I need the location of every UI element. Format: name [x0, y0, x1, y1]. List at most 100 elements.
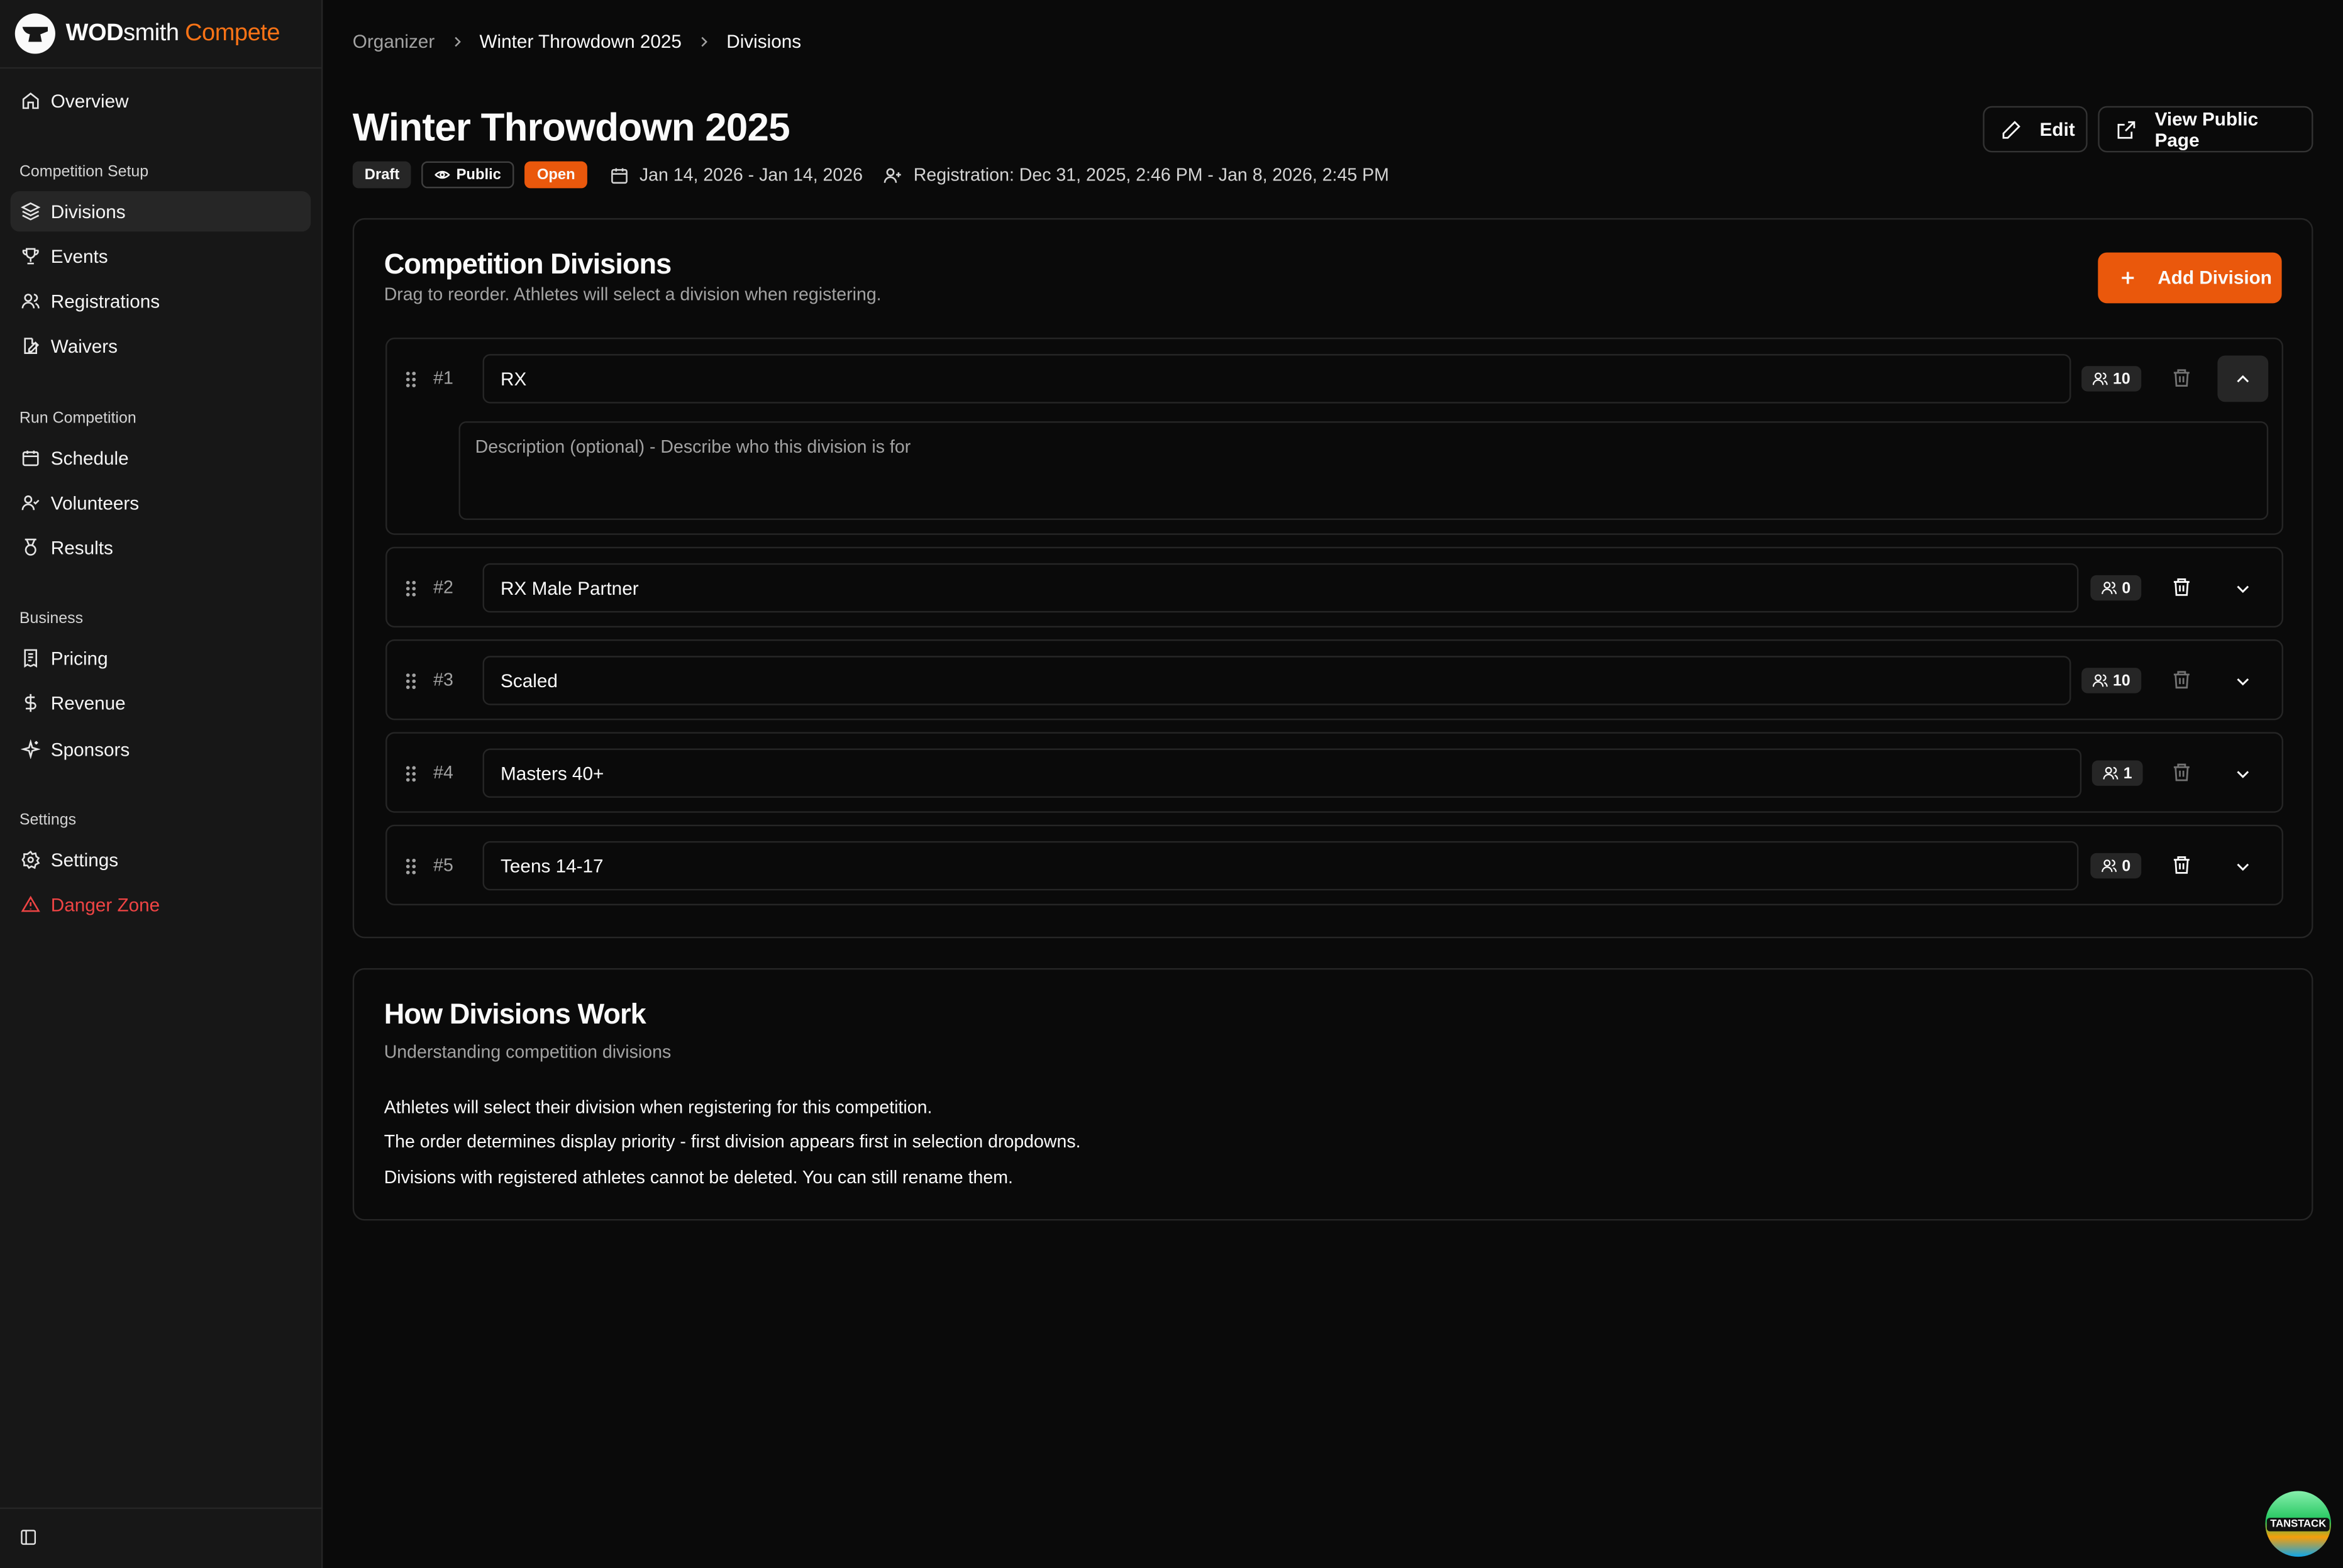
chevron-down-icon	[2234, 671, 2252, 690]
sidebar-item-registrations[interactable]: Registrations	[11, 281, 311, 321]
sidebar-item-danger-zone[interactable]: Danger Zone	[11, 885, 311, 925]
add-division-button[interactable]: Add Division	[2098, 252, 2282, 304]
sidebar-item-label: Schedule	[50, 447, 129, 468]
athlete-count-badge: 10	[2081, 668, 2141, 693]
athlete-count-badge: 10	[2081, 366, 2141, 392]
sidebar-item-pricing[interactable]: Pricing	[11, 638, 311, 678]
trash-icon[interactable]	[2171, 762, 2192, 783]
sidebar-item-label: Overview	[50, 90, 129, 112]
trash-icon[interactable]	[2171, 577, 2192, 597]
competition-meta: Draft Public Open Jan 14, 2026 - Jan 14,…	[352, 161, 1389, 189]
sidebar-item-results[interactable]: Results	[11, 527, 311, 568]
athlete-count: 10	[2113, 671, 2130, 690]
expand-button[interactable]	[2217, 658, 2268, 704]
division-row[interactable]: #5 Teens 14-17 0	[385, 824, 2283, 906]
dollar-sign-icon	[21, 693, 40, 713]
registration-badge-open: Open	[524, 161, 587, 189]
sidebar-item-waivers[interactable]: Waivers	[11, 326, 311, 366]
sidebar-item-volunteers[interactable]: Volunteers	[11, 483, 311, 523]
division-name-input[interactable]: RX Male Partner	[482, 563, 2079, 613]
collapse-button[interactable]	[2217, 355, 2269, 402]
sidebar-item-divisions[interactable]: Divisions	[10, 191, 311, 232]
division-name-input[interactable]: RX	[482, 354, 2071, 404]
visibility-badge: Public	[421, 161, 515, 189]
sidebar: WODsmith Compete Overview Competition Set…	[0, 0, 323, 1568]
sidebar-item-events[interactable]: Events	[11, 236, 311, 276]
division-name-input[interactable]: Teens 14-17	[482, 841, 2079, 891]
add-division-label: Add Division	[2157, 267, 2272, 289]
athlete-count: 0	[2122, 856, 2131, 875]
division-name-input[interactable]: Scaled	[482, 656, 2071, 705]
tanstack-logo-text: TANSTACK	[2267, 1517, 2329, 1531]
chevron-down-icon	[2234, 764, 2252, 782]
sidebar-toggle-icon[interactable]	[19, 1528, 40, 1549]
trash-icon[interactable]	[2171, 854, 2192, 875]
trash-icon[interactable]	[2171, 368, 2192, 389]
sidebar-item-schedule[interactable]: Schedule	[11, 438, 311, 478]
group-label-setup: Competition Setup	[19, 163, 149, 181]
drag-handle-icon[interactable]	[405, 858, 417, 876]
sparkles-icon	[21, 739, 41, 759]
users-icon	[2101, 580, 2117, 596]
group-label-run: Run Competition	[19, 409, 136, 428]
file-edit-icon	[21, 336, 40, 356]
division-number: #5	[433, 854, 453, 876]
trash-icon[interactable]	[2171, 670, 2192, 690]
layers-icon	[21, 202, 41, 221]
group-label-business: Business	[19, 609, 84, 628]
anvil-logo-icon	[14, 13, 55, 54]
drag-handle-icon[interactable]	[405, 765, 417, 783]
chevron-right-icon	[697, 35, 712, 50]
pencil-icon	[2001, 119, 2022, 140]
how-divisions-work-card: How Divisions Work Understanding competi…	[352, 968, 2313, 1221]
brand-name-bold: WOD	[65, 20, 124, 46]
division-row[interactable]: #2 RX Male Partner 0	[385, 546, 2283, 628]
user-check-icon	[21, 493, 40, 512]
breadcrumb-organizer[interactable]: Organizer	[353, 31, 435, 52]
sidebar-item-settings[interactable]: Settings	[11, 839, 311, 880]
sidebar-item-overview[interactable]: Overview	[11, 80, 311, 121]
sidebar-item-label: Settings	[50, 849, 119, 871]
athlete-count-badge: 0	[2090, 853, 2141, 879]
sidebar-item-label: Sponsors	[50, 739, 130, 760]
drag-handle-icon[interactable]	[405, 370, 417, 389]
tanstack-devtools-button[interactable]: TANSTACK	[2265, 1491, 2331, 1557]
view-public-page-button[interactable]: View Public Page	[2098, 106, 2313, 153]
division-row[interactable]: #1 RX 10 Description (optional) - Descri…	[385, 338, 2283, 535]
expand-button[interactable]	[2217, 565, 2268, 611]
sidebar-item-revenue[interactable]: Revenue	[11, 683, 311, 723]
division-description-input[interactable]: Description (optional) - Describe who th…	[458, 421, 2269, 520]
chevron-right-icon	[450, 35, 465, 50]
division-row[interactable]: #3 Scaled 10	[385, 639, 2283, 721]
division-number: #2	[433, 577, 453, 598]
sidebar-item-sponsors[interactable]: Sponsors	[11, 729, 311, 770]
division-number: #4	[433, 761, 453, 783]
page-title: Winter Throwdown 2025	[352, 104, 790, 150]
athlete-count-badge: 1	[2091, 760, 2143, 786]
calendar-icon	[21, 448, 40, 468]
breadcrumb: Organizer Winter Throwdown 2025 Division…	[353, 31, 801, 52]
divisions-card-subtitle: Drag to reorder. Athletes will select a …	[384, 284, 882, 305]
external-link-icon	[2116, 119, 2137, 140]
info-line: The order determines display priority - …	[384, 1130, 1081, 1152]
divisions-card-title: Competition Divisions	[384, 249, 672, 281]
division-name-input[interactable]: Masters 40+	[482, 748, 2082, 798]
eye-icon	[435, 167, 451, 182]
sidebar-item-label: Registrations	[50, 290, 160, 312]
breadcrumb-competition[interactable]: Winter Throwdown 2025	[480, 31, 682, 52]
drag-handle-icon[interactable]	[405, 672, 417, 690]
sidebar-item-label: Waivers	[50, 335, 118, 356]
brand[interactable]: WODsmith Compete	[0, 0, 321, 69]
registration-window: Registration: Dec 31, 2025, 2:46 PM - Ja…	[913, 164, 1389, 185]
drag-handle-icon[interactable]	[405, 580, 417, 598]
edit-button[interactable]: Edit	[1983, 106, 2088, 153]
plus-icon	[2119, 269, 2137, 287]
breadcrumb-divisions: Divisions	[726, 31, 802, 53]
division-row[interactable]: #4 Masters 40+ 1	[385, 732, 2283, 813]
divisions-card: Competition Divisions Drag to reorder. A…	[352, 218, 2313, 939]
chevron-down-icon	[2234, 857, 2252, 875]
brand-name-light: smith	[123, 20, 179, 46]
expand-button[interactable]	[2217, 842, 2268, 889]
athlete-count-badge: 0	[2090, 575, 2141, 601]
expand-button[interactable]	[2217, 750, 2268, 797]
